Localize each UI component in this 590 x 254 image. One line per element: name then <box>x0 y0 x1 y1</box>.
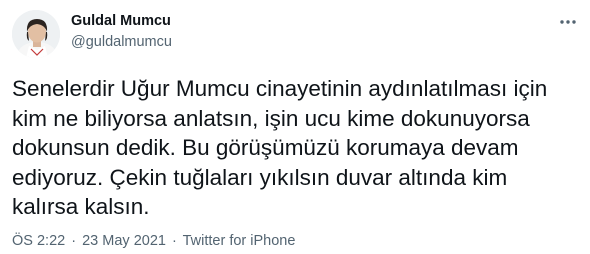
tweet-text-line: dokunsun dedik. Bu görüşümüzü korumaya d… <box>12 135 519 160</box>
tweet-time[interactable]: ÖS 2:22 <box>12 233 65 249</box>
avatar-photo <box>12 10 60 58</box>
tweet-text-line: kim ne biliyorsa anlatsın, işin ucu kime… <box>12 105 530 131</box>
tweet-text-line: kalırsa kalsın. <box>12 194 150 219</box>
tweet-card: Guldal Mumcu @guldalmumcu Senelerdir Uğu… <box>0 0 590 254</box>
more-horizontal-icon <box>560 20 576 24</box>
tweet-meta: ÖS 2:22 · 23 May 2021 · Twitter for iPho… <box>12 231 295 251</box>
tweet-text: Senelerdir Uğur Mumcu cinayetinin aydınl… <box>12 74 578 222</box>
more-button[interactable] <box>556 12 580 32</box>
tweet-text-line: ediyoruz. Çekin tuğlaları yıkılsın duvar… <box>12 164 508 190</box>
tweet-text-line: Senelerdir Uğur Mumcu cinayetinin aydınl… <box>12 76 548 101</box>
meta-separator: · <box>71 233 77 249</box>
avatar[interactable] <box>12 10 60 58</box>
tweet-source[interactable]: Twitter for iPhone <box>183 233 296 249</box>
meta-separator: · <box>171 233 177 249</box>
tweet-date[interactable]: 23 May 2021 <box>82 233 166 249</box>
author-handle[interactable]: @guldalmumcu <box>71 32 172 52</box>
author-name[interactable]: Guldal Mumcu <box>71 11 171 31</box>
